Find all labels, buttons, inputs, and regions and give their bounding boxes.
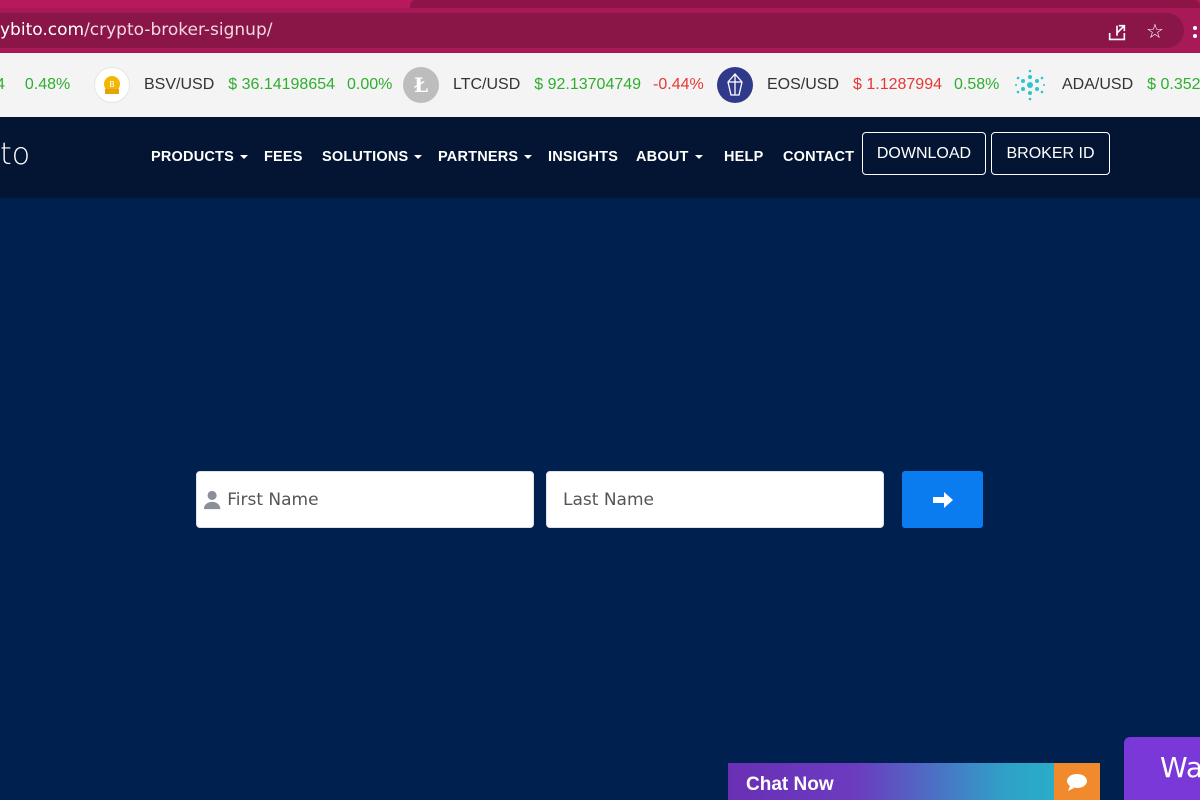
- cardano-icon: [1012, 67, 1048, 103]
- nav-label: PARTNERS: [438, 149, 519, 165]
- nav-partners[interactable]: PARTNERS: [438, 149, 533, 165]
- ticker-change: -0.44%: [653, 76, 704, 93]
- side-widget-label: Wa: [1160, 751, 1200, 784]
- nav-label: PRODUCTS: [151, 149, 234, 165]
- svg-text:B: B: [109, 80, 115, 89]
- litecoin-icon: Ł: [403, 67, 439, 103]
- submit-button[interactable]: [902, 471, 983, 528]
- nav-insights[interactable]: INSIGHTS: [548, 149, 618, 165]
- browser-address-bar: ybito.com/crypto-broker-signup/ ☆: [0, 8, 1200, 53]
- caret-down-icon: [414, 155, 423, 159]
- ticker-item: EOS/USD $ 1.1287994 0.58%: [717, 53, 999, 117]
- chat-now-label: Chat Now: [746, 774, 834, 795]
- nav-label: HELP: [724, 149, 764, 165]
- ticker-price: $ 1.1287994: [853, 76, 942, 93]
- nav-help[interactable]: HELP: [724, 149, 763, 165]
- ticker-pair: ADA/USD: [1062, 76, 1134, 93]
- ticker-price: $ 92.13704749: [534, 76, 642, 93]
- user-icon: [203, 490, 221, 509]
- ticker-item: Ł LTC/USD $ 92.13704749 -0.44%: [403, 53, 704, 117]
- bsv-coin-icon: B: [94, 67, 130, 103]
- nav-label: CONTACT: [783, 149, 855, 165]
- url-host: ybito.com: [0, 20, 85, 40]
- ticker-item: 4 0.48%: [0, 53, 70, 117]
- download-button[interactable]: DOWNLOAD: [862, 132, 986, 175]
- caret-down-icon: [524, 155, 533, 159]
- site-logo[interactable]: to: [0, 137, 30, 172]
- nav-label: ABOUT: [636, 149, 689, 165]
- ticker-change: 0.00%: [347, 76, 393, 93]
- eos-coin-icon: [717, 67, 753, 103]
- ticker-item: ADA/USD $ 0.3522: [1012, 53, 1200, 117]
- nav-solutions[interactable]: SOLUTIONS: [322, 149, 423, 165]
- ticker-pair: LTC/USD: [453, 76, 521, 93]
- browser-tab-strip: [0, 0, 1200, 8]
- ticker-pair: BSV/USD: [144, 76, 215, 93]
- chat-now-bar[interactable]: Chat Now: [728, 763, 1100, 800]
- url-field[interactable]: ybito.com/crypto-broker-signup/ ☆: [0, 13, 1197, 48]
- side-widget[interactable]: Wa: [1124, 737, 1200, 800]
- nav-fees[interactable]: FEES: [264, 149, 303, 165]
- bookmark-star-icon[interactable]: ☆: [1146, 20, 1168, 42]
- ticker-price: 4: [0, 76, 5, 93]
- last-name-field[interactable]: [546, 471, 884, 528]
- ticker-change: 0.48%: [24, 76, 71, 93]
- nav-label: INSIGHTS: [548, 149, 619, 165]
- browser-tab-edge: [410, 0, 1200, 8]
- chat-bubble-button[interactable]: [1054, 763, 1100, 800]
- ticker-pair: EOS/USD: [767, 76, 840, 93]
- nav-about[interactable]: ABOUT: [636, 149, 703, 165]
- url-text[interactable]: ybito.com/crypto-broker-signup/: [0, 20, 272, 40]
- last-name-input[interactable]: [563, 472, 883, 527]
- nav-contact[interactable]: CONTACT: [783, 149, 854, 165]
- ticker-price: $ 36.14198654: [228, 76, 336, 93]
- first-name-input[interactable]: [227, 472, 533, 527]
- caret-down-icon: [239, 155, 248, 159]
- nav-products[interactable]: PRODUCTS: [151, 149, 248, 165]
- ticker-price: $ 0.3522: [1147, 76, 1200, 93]
- ticker-change: 0.58%: [954, 76, 1000, 93]
- chat-bubble-icon: [1067, 773, 1087, 791]
- broker-id-button[interactable]: BROKER ID: [991, 132, 1110, 175]
- ticker-item: B BSV/USD $ 36.14198654 0.00%: [94, 53, 392, 117]
- url-path: /crypto-broker-signup/: [84, 20, 273, 40]
- browser-menu-icon[interactable]: [1190, 25, 1200, 47]
- price-ticker: 4 0.48% B BSV/USD $ 36.14198654 0.00% Ł …: [0, 53, 1200, 117]
- main-navbar: to PRODUCTS FEES SOLUTIONS PARTNERS INSI…: [0, 117, 1200, 198]
- first-name-field[interactable]: [196, 471, 534, 528]
- nav-label: SOLUTIONS: [322, 149, 409, 165]
- caret-down-icon: [694, 155, 703, 159]
- nav-label: FEES: [264, 149, 303, 165]
- arrow-right-icon: [932, 491, 953, 508]
- share-icon[interactable]: [1106, 22, 1128, 44]
